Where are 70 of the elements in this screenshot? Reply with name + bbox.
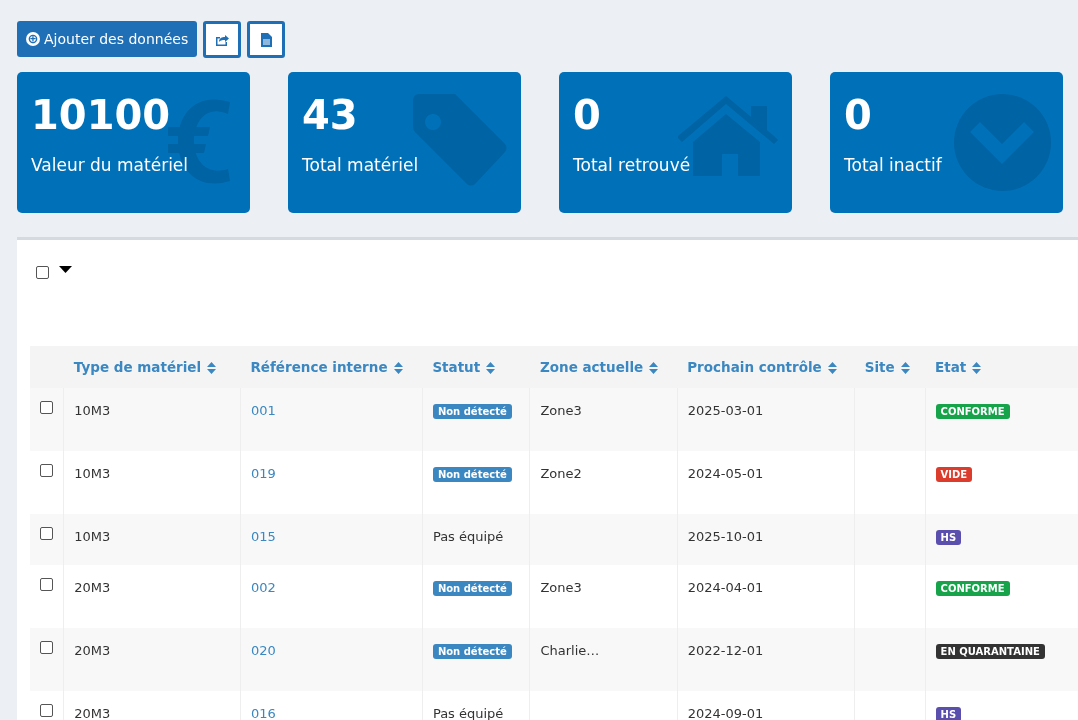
table-cell: 2024-09-01 [687,706,764,720]
checkbox[interactable] [40,401,53,414]
reference-link[interactable]: 020 [250,643,276,658]
sort-icon [827,362,837,374]
checkbox[interactable] [40,527,53,540]
checkbox[interactable] [40,641,53,654]
table-cell: Charlie… [540,643,600,658]
column-header[interactable]: Site [854,346,926,388]
table-cell: 10M3 [74,466,111,481]
status-badge: Non détecté [432,467,512,482]
sort-icon [972,362,982,374]
add-data-button[interactable]: ⊕ Ajouter des données [17,21,198,57]
status-badge: Non détecté [432,404,512,419]
state-badge: CONFORME [935,404,1010,419]
table-cell: Pas équipé [432,529,504,544]
table-cell: 2025-10-01 [687,529,764,544]
table-cell: Zone3 [540,403,582,418]
document-icon [260,32,272,47]
sort-icon [486,362,496,374]
status-badge: Non détecté [432,581,512,596]
reference-link[interactable]: 002 [250,580,276,595]
document-button[interactable] [247,21,286,58]
checkbox[interactable] [36,266,49,279]
state-badge: CONFORME [935,581,1010,596]
stat-value: 0 [844,92,872,138]
table-cell: 2025-03-01 [687,403,764,418]
table-cell: 20M3 [74,706,111,720]
table-cell: 2024-04-01 [687,580,764,595]
table-cell: 10M3 [74,403,111,418]
stat-label: Total retrouvé [573,155,691,175]
stat-label: Total matériel [302,155,419,175]
sort-icon [207,362,217,374]
share-icon [215,33,230,46]
table-cell: Zone2 [540,466,582,481]
table-cell: Pas équipé [432,706,504,720]
checkbox[interactable] [40,464,53,477]
reference-link[interactable]: 015 [250,529,276,544]
caret-icon[interactable] [59,266,72,273]
column-header[interactable]: Zone actuelle [529,346,678,388]
reference-link[interactable]: 016 [250,706,276,720]
table-cell: 20M3 [74,643,111,658]
stat-value: 0 [573,92,601,138]
table-cell: 2022-12-01 [687,643,764,658]
reference-link[interactable]: 001 [250,403,276,418]
checkbox[interactable] [40,578,53,591]
checkbox[interactable] [40,704,53,717]
table-cell: 10M3 [74,529,111,544]
sort-icon [900,362,910,374]
sort-icon [649,362,659,374]
table-cell: 2024-05-01 [687,466,764,481]
share-button[interactable] [203,21,242,58]
state-badge: EN QUARANTAINE [935,644,1045,659]
reference-link[interactable]: 019 [250,466,276,481]
column-header[interactable]: Etat [925,346,1078,388]
column-header[interactable]: Type de matériel [63,346,241,388]
table-cell: Zone3 [540,580,582,595]
sort-icon [393,362,403,374]
state-badge: HS [935,530,962,545]
column-header[interactable]: Statut [422,346,530,388]
stat-label: Total inactif [844,155,942,175]
table-cell: 20M3 [74,580,111,595]
column-header[interactable]: Prochain contrôle [677,346,855,388]
add-icon: ⊕ [26,32,40,46]
state-badge: HS [935,707,962,720]
stat-value: 10100 [31,92,171,138]
stat-label: Valeur du matériel [31,155,189,175]
stat-value: 43 [302,92,358,138]
status-badge: Non détecté [432,644,512,659]
state-badge: VIDE [935,467,973,482]
column-header[interactable]: Référence interne [240,346,423,388]
